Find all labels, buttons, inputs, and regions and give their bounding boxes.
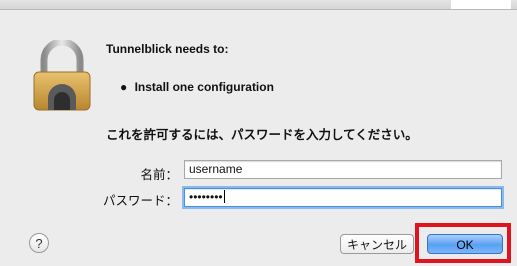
window-top-edge-gap	[451, 0, 511, 9]
cancel-button[interactable]: キャンセル	[340, 234, 414, 254]
text-cursor	[223, 190, 225, 203]
request-item-label: Install one configuration	[134, 80, 274, 94]
name-label: 名前：	[140, 168, 178, 182]
name-field[interactable]: username	[184, 160, 502, 179]
name-field-value: username	[189, 162, 243, 176]
lock-icon	[33, 40, 91, 111]
password-field-value: ••••••••	[189, 190, 223, 204]
bullet-point: ●	[120, 80, 128, 94]
auth-dialog: Tunnelblick needs to: ● Install one conf…	[0, 0, 517, 266]
password-prompt: これを許可するには、パスワードを入力してください。	[106, 128, 418, 142]
dialog-heading: Tunnelblick needs to:	[106, 42, 229, 56]
password-field[interactable]: ••••••••	[184, 188, 502, 207]
highlight-box	[415, 223, 511, 263]
request-list-item: ● Install one configuration	[120, 80, 274, 94]
window-top-edge	[0, 0, 517, 10]
password-label: パスワード：	[102, 194, 178, 208]
help-button[interactable]: ?	[29, 233, 49, 253]
question-mark-icon: ?	[35, 236, 43, 251]
